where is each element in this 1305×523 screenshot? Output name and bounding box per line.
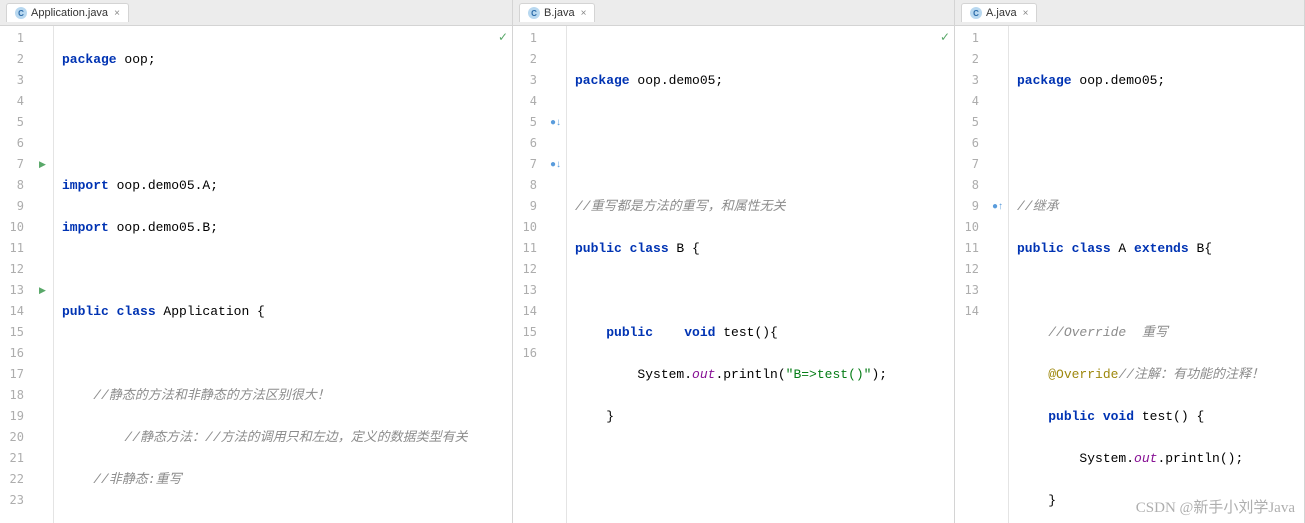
code-content[interactable]: package oop.demo05; //重写都是方法的重写，和属性无关 pu…: [567, 26, 954, 523]
gutter-icons: ●↓ ●↓: [545, 26, 567, 523]
override-icon[interactable]: ●↑: [987, 196, 1008, 217]
tab-bar: C Application.java ×: [0, 0, 512, 26]
line-gutter: 1234567891011121314: [955, 26, 987, 523]
watermark: CSDN @新手小刘学Java: [1136, 496, 1295, 517]
code-area[interactable]: ✓ 1234567891011121314151617181920212223 …: [0, 26, 512, 523]
editor-pane-a: C A.java × 1234567891011121314 ●↑ packag…: [955, 0, 1305, 523]
code-content[interactable]: package oop; import oop.demo05.A; import…: [54, 26, 512, 523]
gutter-icons: ●↑: [987, 26, 1009, 523]
code-area[interactable]: 1234567891011121314 ●↑ package oop.demo0…: [955, 26, 1304, 523]
tab-bar: C B.java ×: [513, 0, 954, 26]
override-icon[interactable]: ●↓: [545, 112, 566, 133]
tab-b[interactable]: C B.java ×: [519, 3, 595, 22]
close-icon[interactable]: ×: [1023, 8, 1029, 19]
java-class-icon: C: [15, 7, 27, 19]
editor-container: C Application.java × ✓ 12345678910111213…: [0, 0, 1305, 523]
gutter-icons: ▶▶: [32, 26, 54, 523]
close-icon[interactable]: ×: [114, 8, 120, 19]
line-gutter: 1234567891011121314151617181920212223: [0, 26, 32, 523]
code-area[interactable]: ✓ 12345678910111213141516 ●↓●↓ package o…: [513, 26, 954, 523]
editor-pane-b: C B.java × ✓ 12345678910111213141516 ●↓●…: [513, 0, 955, 523]
run-icon[interactable]: ▶: [32, 280, 53, 301]
tab-a[interactable]: C A.java ×: [961, 3, 1037, 22]
run-icon[interactable]: ▶: [32, 154, 53, 175]
java-class-icon: C: [970, 7, 982, 19]
override-icon[interactable]: ●↓: [545, 154, 566, 175]
java-class-icon: C: [528, 7, 540, 19]
code-content[interactable]: package oop.demo05; //继承 public class A …: [1009, 26, 1304, 523]
close-icon[interactable]: ×: [581, 8, 587, 19]
line-gutter: 12345678910111213141516: [513, 26, 545, 523]
tab-bar: C A.java ×: [955, 0, 1304, 26]
tab-label: Application.java: [31, 7, 108, 19]
tab-application[interactable]: C Application.java ×: [6, 3, 129, 22]
tab-label: B.java: [544, 7, 575, 19]
editor-pane-application: C Application.java × ✓ 12345678910111213…: [0, 0, 513, 523]
tab-label: A.java: [986, 7, 1017, 19]
